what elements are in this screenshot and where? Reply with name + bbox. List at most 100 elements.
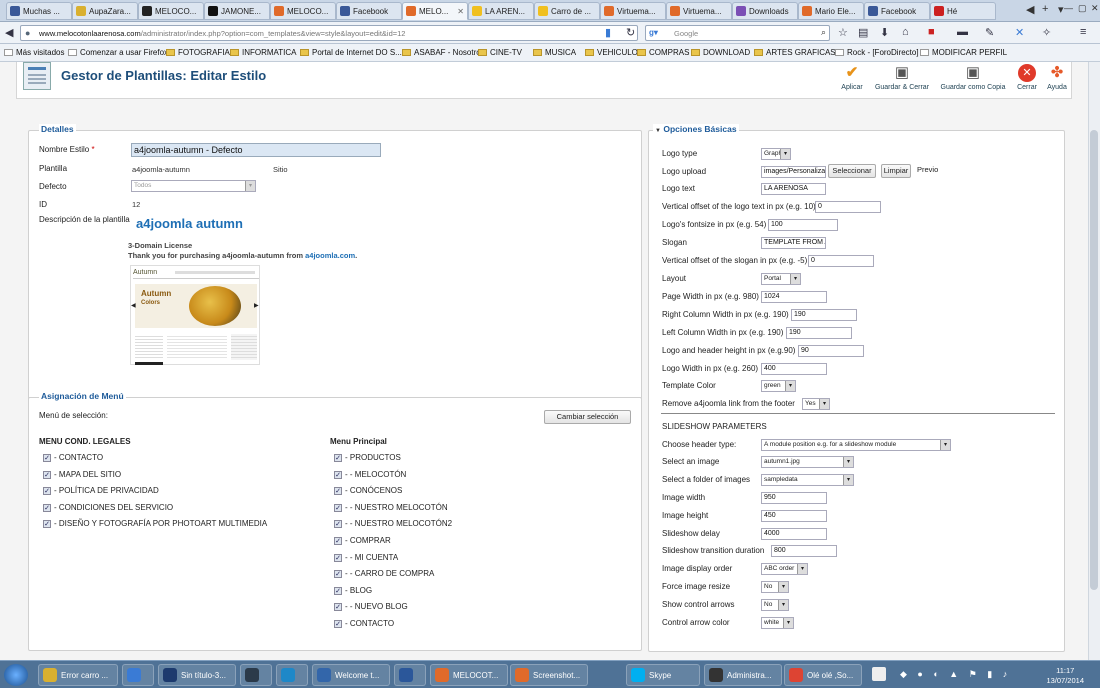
template-color-select[interactable]: green ▾ xyxy=(761,380,796,392)
layout-select[interactable]: Portal ▾ xyxy=(761,273,801,285)
browser-tab[interactable]: Virtuema... xyxy=(600,2,666,20)
browser-tab[interactable]: Carro de ... xyxy=(534,2,600,20)
browser-tab[interactable]: Downloads xyxy=(732,2,798,20)
bookmark-item[interactable]: FOTOGRAFIA xyxy=(166,48,230,57)
bookmark-item[interactable]: COMPRAS xyxy=(637,48,689,57)
browser-tab[interactable]: MELO... ✕ xyxy=(402,2,468,20)
close-button[interactable]: ✕ Cerrar xyxy=(1013,64,1041,91)
menu-checkbox[interactable]: ✓ xyxy=(43,487,51,496)
menu-checkbox[interactable]: ✓ xyxy=(43,520,51,529)
bookmark-item[interactable]: Rock - [ForoDirecto] xyxy=(835,48,919,57)
logo-header-height-input[interactable]: 90 xyxy=(798,345,864,357)
extension-icon[interactable]: ✧ xyxy=(1042,26,1051,39)
logo-width-input[interactable]: 400 xyxy=(761,363,827,375)
arrow-color-select[interactable]: white ▾ xyxy=(761,617,794,629)
bookmark-item[interactable]: VEHICULOS xyxy=(585,48,643,57)
star-icon[interactable]: ☆ xyxy=(838,26,848,39)
help-button[interactable]: ✤ Ayuda xyxy=(1043,64,1071,91)
menu-checkbox[interactable]: ✓ xyxy=(334,503,342,512)
taskbar-item[interactable]: Error carro ... xyxy=(38,664,118,686)
image-height-input[interactable]: 450 xyxy=(761,510,827,522)
browser-tab[interactable]: Facebook xyxy=(336,2,402,20)
bookmark-item[interactable]: Comenzar a usar Firefox xyxy=(68,48,168,57)
apply-button[interactable]: ✔ Aplicar xyxy=(837,64,867,91)
addon-icon[interactable]: ■ xyxy=(928,26,935,38)
system-tray-icons[interactable]: ◆ ● ◐ ▲ ⚑ ▮ ♪ xyxy=(900,669,1011,680)
page-scrollbar-thumb[interactable] xyxy=(1090,130,1098,590)
bookmark-item[interactable]: DOWNLOAD xyxy=(691,48,750,57)
header-type-select[interactable]: A module position e.g. for a slideshow m… xyxy=(761,439,951,451)
menu-checkbox[interactable]: ✓ xyxy=(334,520,342,529)
browser-tab[interactable]: Virtuema... xyxy=(666,2,732,20)
toolbar-icon[interactable]: ▬ xyxy=(957,26,968,38)
bookmark-item[interactable]: Portal de Internet DO S... xyxy=(300,48,402,57)
bookmark-item[interactable]: ARTES GRAFICAS xyxy=(754,48,836,57)
clipboard-icon[interactable]: ▤ xyxy=(858,26,868,39)
bookmark-item[interactable]: MUSICA xyxy=(533,48,576,57)
browser-tab[interactable]: AupaZara... xyxy=(72,2,138,20)
change-selection-button[interactable]: Cambiar selección xyxy=(544,410,631,424)
slogan-input[interactable]: TEMPLATE FROM A xyxy=(761,237,826,249)
taskbar-item[interactable]: Skype xyxy=(626,664,700,686)
scroll-tabs-left-icon[interactable]: ◀ xyxy=(1026,3,1034,16)
menu-checkbox[interactable]: ✓ xyxy=(43,470,51,479)
remove-link-select[interactable]: Yes ▾ xyxy=(802,398,830,410)
menu-checkbox[interactable]: ✓ xyxy=(334,570,342,579)
translate-icon[interactable]: ✕ xyxy=(1015,26,1024,39)
taskbar-item[interactable] xyxy=(122,664,154,686)
download-icon[interactable]: ⬇ xyxy=(880,26,889,39)
home-icon[interactable]: ⌂ xyxy=(902,26,909,38)
tab-list-icon[interactable]: ▾ xyxy=(1058,3,1064,16)
logo-type-select[interactable]: Graphic ▾ xyxy=(761,148,791,160)
minimize-icon[interactable]: — xyxy=(1064,3,1073,13)
slideshow-delay-input[interactable]: 4000 xyxy=(761,528,827,540)
clear-logo-button[interactable]: Limpiar xyxy=(881,164,911,178)
menu-icon[interactable]: ≡ xyxy=(1080,26,1086,38)
logo-fontsize-input[interactable]: 100 xyxy=(768,219,838,231)
slideshow-transition-input[interactable]: 800 xyxy=(771,545,837,557)
reload-icon[interactable]: ↻ xyxy=(626,26,635,39)
menu-checkbox[interactable]: ✓ xyxy=(43,454,51,462)
browser-tab[interactable]: Hé xyxy=(930,2,996,20)
save-close-button[interactable]: ▣ Guardar & Cerrar xyxy=(872,64,932,91)
a4joomla-link[interactable]: a4joomla.com xyxy=(305,251,355,260)
menu-checkbox[interactable]: ✓ xyxy=(334,586,342,595)
basic-options-legend[interactable]: ▼ Opciones Básicas xyxy=(653,124,739,134)
pencil-icon[interactable]: ✎ xyxy=(985,26,994,39)
image-width-input[interactable]: 950 xyxy=(761,492,827,504)
taskbar-item[interactable]: Welcome t... xyxy=(312,664,390,686)
menu-checkbox[interactable]: ✓ xyxy=(334,487,342,496)
bookmark-item[interactable]: INFORMATICA xyxy=(230,48,297,57)
default-select[interactable]: Todos ▾ xyxy=(131,180,256,192)
start-button[interactable] xyxy=(4,664,28,686)
logo-offset-input[interactable]: 0 xyxy=(815,201,881,213)
force-resize-select[interactable]: No ▾ xyxy=(761,581,789,593)
browser-tab[interactable]: Facebook xyxy=(864,2,930,20)
logo-text-input[interactable]: LA ARENOSA xyxy=(761,183,826,195)
image-folder-select[interactable]: sampledata ▾ xyxy=(761,474,854,486)
browser-tab[interactable]: MELOCO... xyxy=(138,2,204,20)
menu-checkbox[interactable]: ✓ xyxy=(334,620,342,628)
tray-notepad-icon[interactable] xyxy=(872,667,886,681)
menu-checkbox[interactable]: ✓ xyxy=(334,470,342,479)
menu-checkbox[interactable]: ✓ xyxy=(334,537,342,545)
browser-tab[interactable]: LA AREN... xyxy=(468,2,534,20)
reader-icon[interactable]: ▮ xyxy=(605,26,611,39)
display-order-select[interactable]: ABC order ▾ xyxy=(761,563,808,575)
taskbar-item[interactable] xyxy=(394,664,426,686)
select-logo-button[interactable]: Seleccionar xyxy=(828,164,876,178)
window-close-icon[interactable]: ✕ xyxy=(1091,3,1099,14)
search-input[interactable]: g▾ Google ⌕ xyxy=(645,25,830,41)
slogan-offset-input[interactable]: 0 xyxy=(808,255,874,267)
clock[interactable]: 11:17 13/07/2014 xyxy=(1046,666,1084,686)
right-column-width-input[interactable]: 190 xyxy=(791,309,857,321)
menu-checkbox[interactable]: ✓ xyxy=(334,603,342,612)
close-tab-icon[interactable]: ✕ xyxy=(457,7,464,16)
select-image-select[interactable]: autumn1.jpg ▾ xyxy=(761,456,854,468)
save-copy-button[interactable]: ▣ Guardar como Copia xyxy=(937,64,1009,91)
taskbar-item[interactable] xyxy=(276,664,308,686)
browser-tab[interactable]: Muchas ... xyxy=(6,2,72,20)
left-column-width-input[interactable]: 190 xyxy=(786,327,852,339)
back-arrow-icon[interactable]: ◀ xyxy=(5,26,13,39)
taskbar-item[interactable]: MELOCOT... xyxy=(430,664,508,686)
